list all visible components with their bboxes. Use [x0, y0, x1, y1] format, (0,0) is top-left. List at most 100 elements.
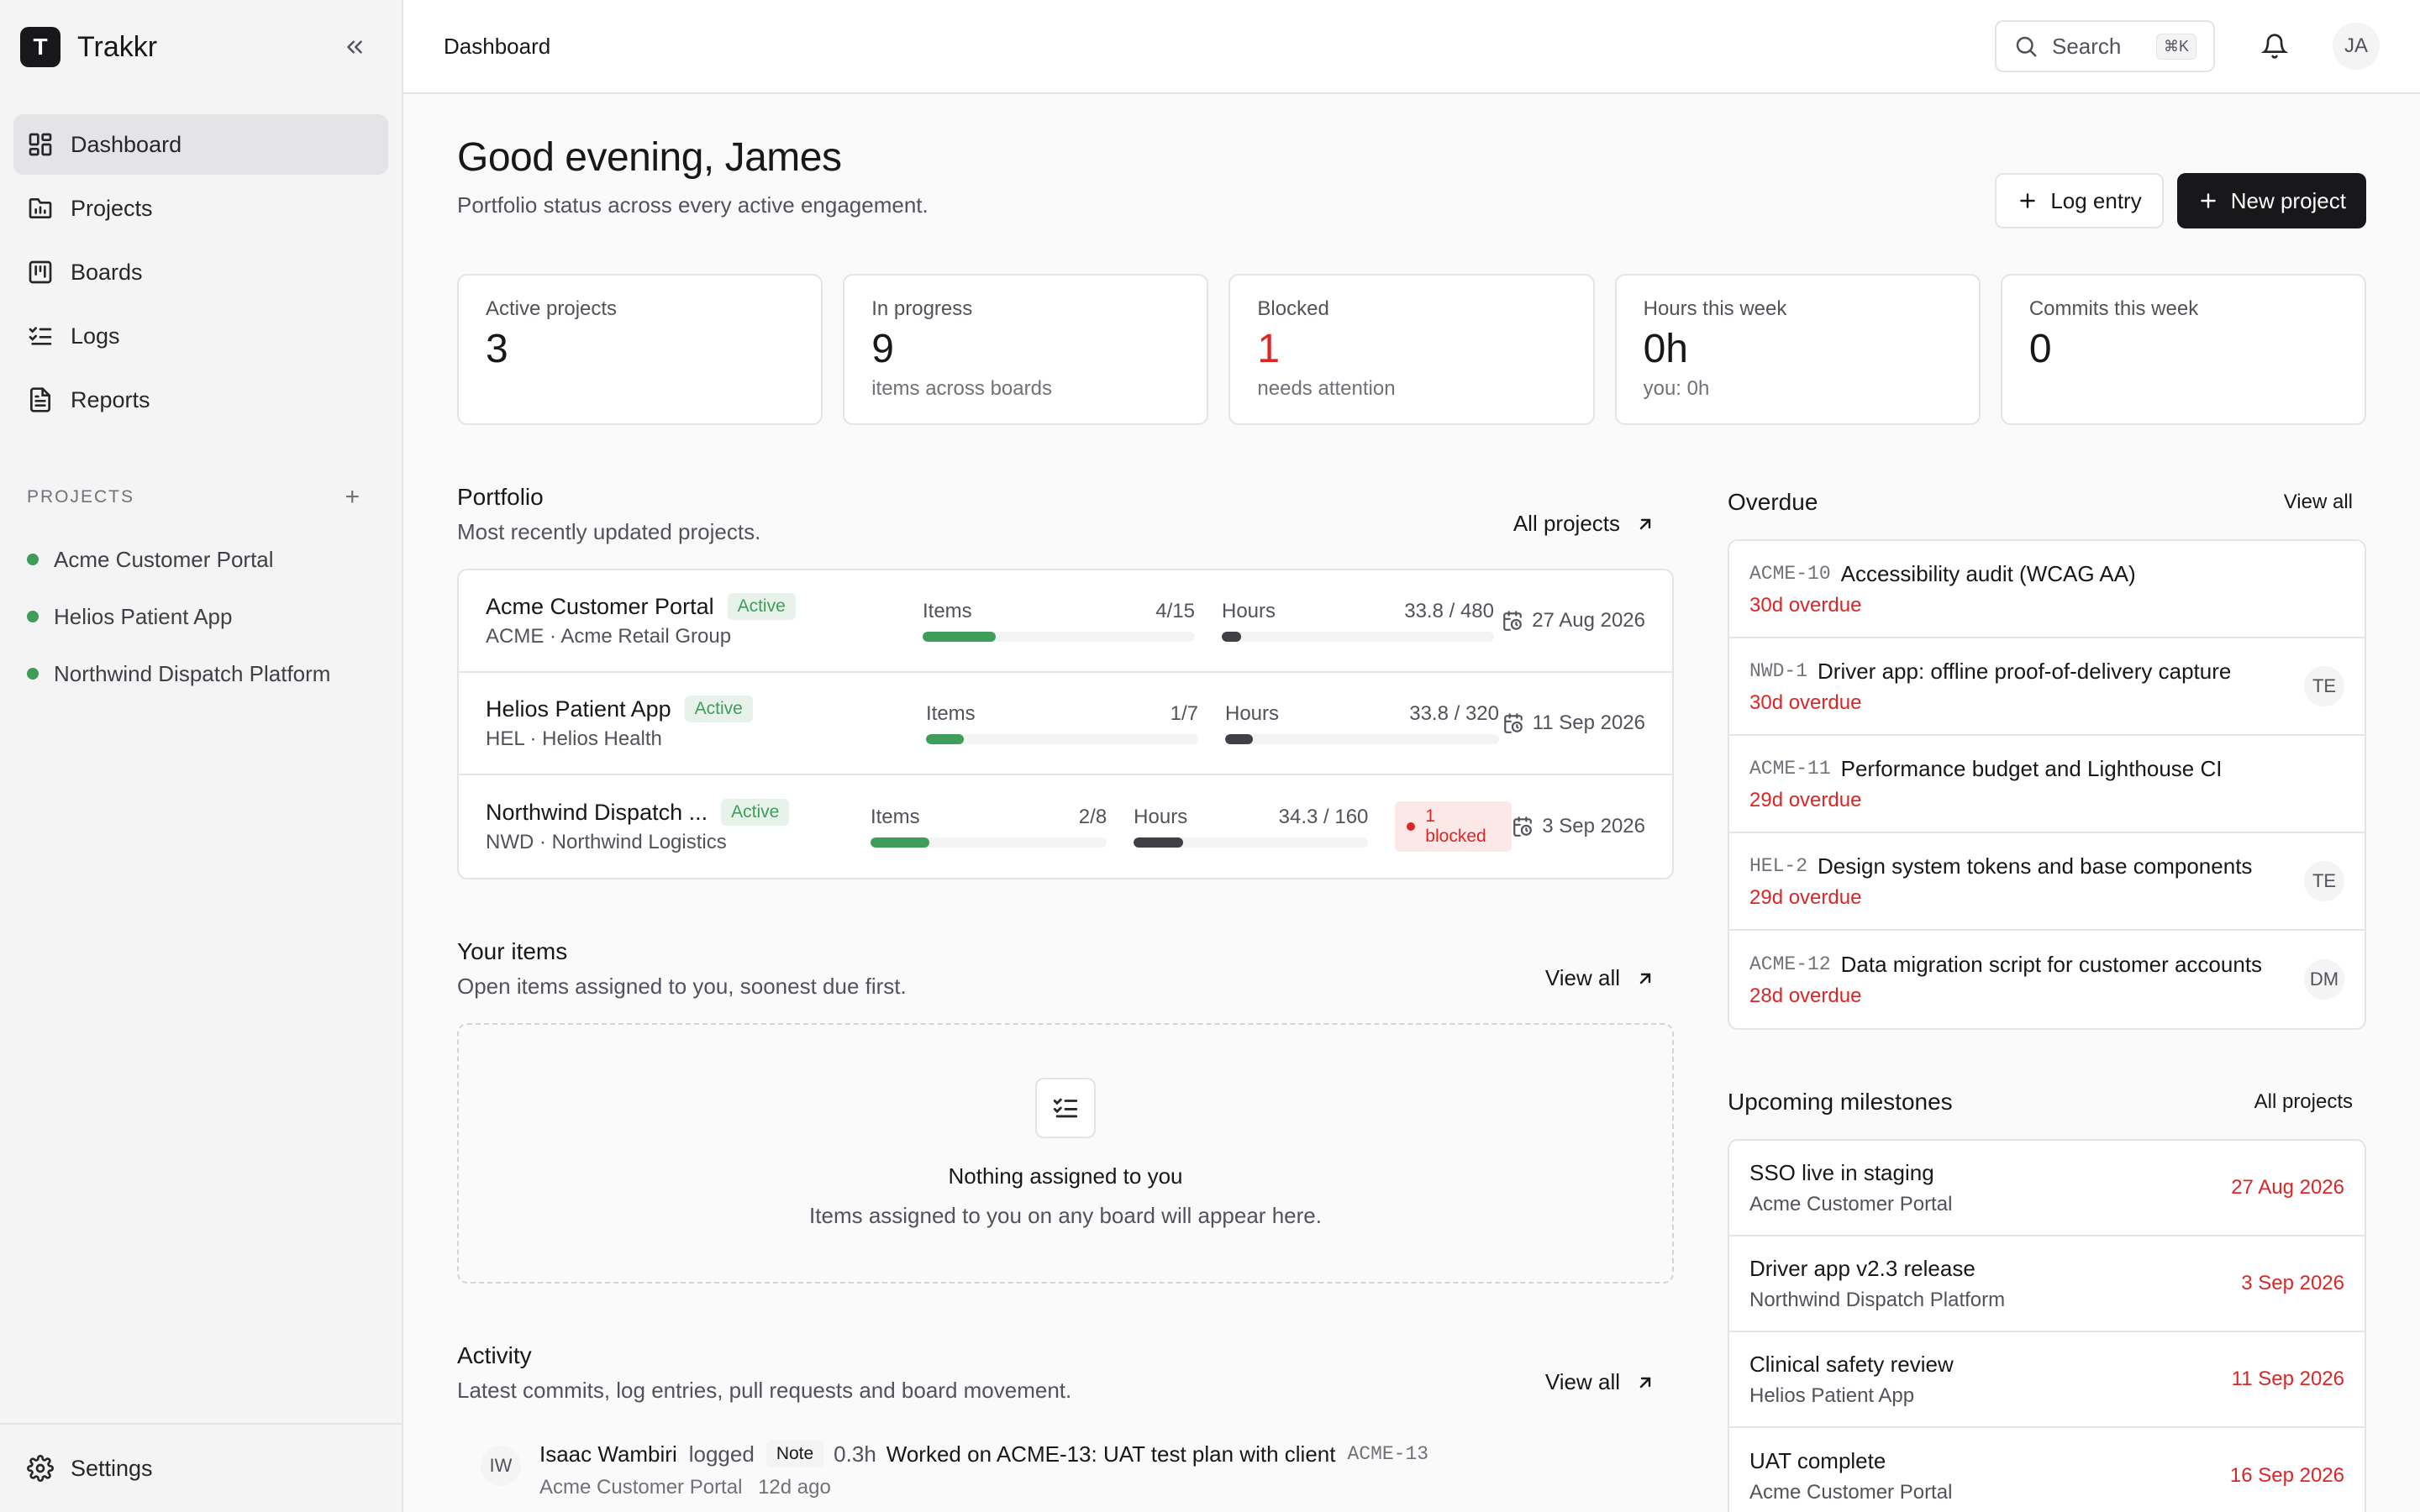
all-projects-link[interactable]: All projects	[1513, 511, 1655, 537]
sidebar-item-logs[interactable]: Logs	[13, 306, 388, 366]
stat-value: 9	[871, 327, 894, 371]
view-all-activity-link[interactable]: View all	[1545, 1369, 1655, 1395]
dashboard-content: Good evening, James Portfolio status acr…	[403, 134, 2420, 1512]
list-checks-icon	[29, 327, 52, 345]
milestone-title: SSO live in staging	[1749, 1159, 1934, 1185]
milestones-all-projects-link[interactable]: All projects	[2254, 1090, 2353, 1114]
project-meta: HEL · Helios Health	[486, 727, 662, 750]
sidebar-item-label: Boards	[71, 259, 143, 285]
user-avatar[interactable]: JA	[2333, 23, 2380, 70]
notifications-button[interactable]	[2249, 20, 2301, 72]
due-date-text: 3 Sep 2026	[1542, 815, 1645, 837]
hours-count: 34.3 / 160	[1278, 806, 1369, 828]
arrow-up-right-icon	[1639, 518, 1651, 529]
items-label: Items	[926, 702, 976, 725]
items-meter: Items 2/8	[870, 806, 1107, 848]
blocked-badge[interactable]: 1 blocked	[1395, 801, 1512, 852]
items-bar	[923, 632, 1195, 642]
page-subtitle: Portfolio status across every active eng…	[457, 192, 929, 218]
milestone-item[interactable]: UAT complete Acme Customer Portal 16 Sep…	[1729, 1428, 2365, 1512]
overdue-item[interactable]: NWD-1 Driver app: offline proof-of-delive…	[1729, 638, 2365, 736]
milestone-item[interactable]: SSO live in staging Acme Customer Portal…	[1729, 1141, 2365, 1236]
add-project-icon[interactable]: +	[345, 483, 361, 512]
items-bar	[870, 837, 1107, 848]
collapse-sidebar-button[interactable]	[334, 27, 375, 67]
stat-in-progress: In progress 9 items across boards	[843, 274, 1209, 425]
portfolio-row[interactable]: Helios Patient App Active HEL · Helios He…	[459, 673, 1672, 775]
new-project-button[interactable]: New project	[2176, 173, 2366, 228]
sidebar-project-acme[interactable]: Acme Customer Portal	[27, 531, 402, 588]
milestone-project: Acme Customer Portal	[1749, 1480, 1953, 1504]
milestone-item[interactable]: Clinical safety review Helios Patient Ap…	[1729, 1332, 2365, 1428]
section-title: Overdue	[1728, 489, 1818, 515]
status-dot	[27, 554, 39, 565]
item-title: Accessibility audit (WCAG AA)	[1840, 560, 2136, 586]
plus-icon	[2020, 193, 2036, 208]
stat-label: Commits this week	[2028, 297, 2199, 320]
overdue-item[interactable]: ACME-12 Data migration script for custome…	[1729, 931, 2365, 1028]
stat-label: Active projects	[486, 297, 618, 320]
sidebar-item-dashboard[interactable]: Dashboard	[13, 114, 388, 175]
activity-verb: logged	[688, 1441, 755, 1467]
settings-label: Settings	[71, 1455, 153, 1481]
brand-logo[interactable]: T	[20, 27, 60, 67]
hours-bar	[1134, 837, 1369, 848]
items-label: Items	[923, 600, 972, 622]
hours-bar-fill	[1222, 632, 1241, 642]
plus-icon	[2200, 193, 2216, 208]
portfolio-row[interactable]: Northwind Dispatch ... Active NWD · North…	[459, 775, 1672, 878]
view-all-items-link[interactable]: View all	[1545, 965, 1655, 991]
portfolio-row[interactable]: Acme Customer Portal Active ACME · Acme R…	[459, 570, 1672, 673]
sidebar-item-label: Reports	[71, 386, 150, 412]
settings-link[interactable]: Settings	[0, 1423, 402, 1512]
your-items-section: Your items Open items assigned to you, s…	[457, 938, 1674, 1284]
view-all-overdue-link[interactable]: View all	[2284, 491, 2353, 514]
sidebar-item-projects[interactable]: Projects	[13, 178, 388, 239]
project-meta: ACME · Acme Retail Group	[486, 625, 732, 648]
overdue-item[interactable]: HEL-2 Design system tokens and base compo…	[1729, 833, 2365, 931]
empty-state-subtitle: Items assigned to you on any board will …	[809, 1203, 1322, 1228]
log-entry-button[interactable]: Log entry	[1995, 173, 2164, 228]
milestone-date: 3 Sep 2026	[2241, 1272, 2344, 1294]
activity-text: Worked on ACME-13: UAT test plan with cl…	[886, 1441, 1336, 1467]
stat-sub: you: 0h	[1643, 377, 1710, 400]
activity-item-key[interactable]: ACME-13	[1347, 1443, 1428, 1465]
sidebar-project-helios[interactable]: Helios Patient App	[27, 588, 402, 645]
sidebar-project-list: Acme Customer Portal Helios Patient App …	[0, 531, 402, 702]
project-name: Northwind Dispatch ...	[486, 799, 708, 825]
sidebar-item-reports[interactable]: Reports	[13, 370, 388, 430]
breadcrumb: Dashboard	[444, 33, 551, 59]
section-header: Your items Open items assigned to you, s…	[457, 938, 1674, 1000]
project-meta: NWD · Northwind Logistics	[486, 831, 727, 853]
items-meter: Items 4/15	[923, 600, 1195, 642]
assignee-avatar: TE	[2304, 666, 2344, 706]
milestone-project: Helios Patient App	[1749, 1383, 1915, 1407]
log-entry-label: Log entry	[2050, 187, 2142, 213]
section-header: Overdue View all	[1728, 489, 2366, 516]
stat-value: 0	[2028, 327, 2052, 371]
milestone-item[interactable]: Driver app v2.3 release Northwind Dispat…	[1729, 1236, 2365, 1332]
empty-state-icon-box	[1035, 1078, 1096, 1138]
sidebar-item-boards[interactable]: Boards	[13, 242, 388, 302]
hours-label: Hours	[1134, 806, 1188, 828]
overdue-label: 29d overdue	[1749, 788, 1862, 811]
stat-label: Hours this week	[1643, 297, 1787, 320]
section-header: Upcoming milestones All projects	[1728, 1089, 2366, 1116]
stat-value: 0h	[1643, 327, 1688, 371]
milestone-title: Driver app v2.3 release	[1749, 1255, 1975, 1281]
activity-line: Isaac Wambiri logged Note 0.3h Worked on…	[539, 1441, 1428, 1467]
section-title: Activity	[457, 1342, 532, 1368]
milestone-date: 16 Sep 2026	[2229, 1464, 2344, 1487]
activity-entry[interactable]: IW Isaac Wambiri logged Note 0.3h Worked…	[457, 1441, 1674, 1499]
gear-icon	[27, 1455, 54, 1482]
search-button[interactable]: Search ⌘K	[1995, 20, 2215, 72]
project-due-date: 3 Sep 2026	[1512, 815, 1645, 838]
overdue-item[interactable]: ACME-11 Performance budget and Lighthouse…	[1729, 736, 2365, 833]
project-info: Northwind Dispatch ... Active NWD · North…	[486, 799, 829, 854]
sidebar-project-northwind[interactable]: Northwind Dispatch Platform	[27, 645, 402, 702]
hours-count: 33.8 / 320	[1409, 702, 1499, 725]
search-shortcut: ⌘K	[2155, 33, 2196, 60]
overdue-item[interactable]: ACME-10 Accessibility audit (WCAG AA) 30d…	[1729, 541, 2365, 638]
stat-cards: Active projects 3 In progress 9 items ac…	[457, 274, 2367, 425]
activity-user[interactable]: Isaac Wambiri	[539, 1441, 677, 1467]
